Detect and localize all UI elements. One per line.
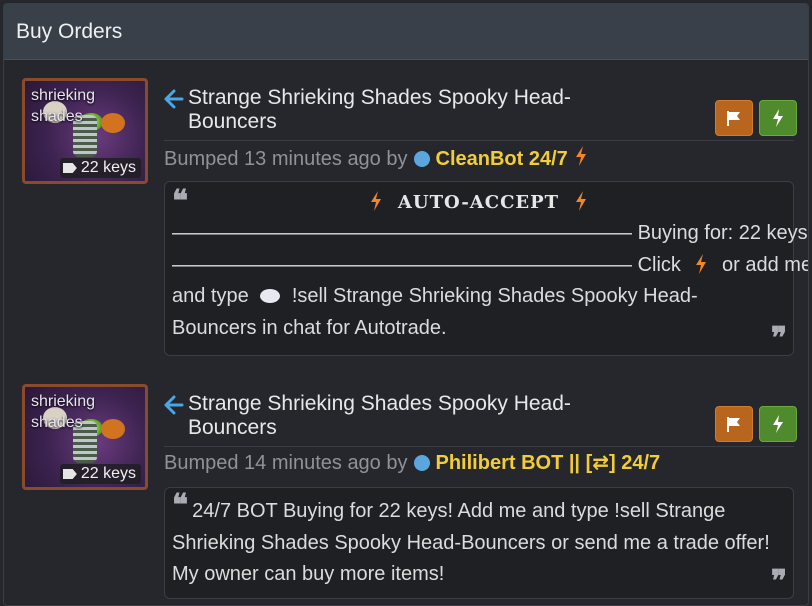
user-link[interactable]: Philibert BOT || [⇄] 24/7 xyxy=(436,451,661,475)
trade-offer-button[interactable] xyxy=(759,406,797,442)
detail-line: ——————————————————————— Click or add me xyxy=(172,250,808,282)
auto-accept-heading: ❝ AUTO-ACCEPT xyxy=(172,184,785,219)
user-link[interactable]: CleanBot 24/7 xyxy=(436,147,568,171)
price-badge: 22 keys xyxy=(59,158,141,178)
price-badge: 22 keys xyxy=(59,464,141,484)
lightning-icon xyxy=(370,191,381,211)
flag-icon xyxy=(727,111,740,126)
order-message: 24/7 BOT Buying for 22 keys! Add me and … xyxy=(172,500,770,585)
status-dot-icon xyxy=(413,455,430,471)
bump-info: Bumped 14 minutes ago by Philibert BOT |… xyxy=(164,446,794,475)
detail-line: ——————————————————————— Buying for: 22 k… xyxy=(172,218,808,250)
panel-title: Buy Orders xyxy=(16,19,123,43)
price-label: 22 keys xyxy=(80,159,136,176)
buying-for-text: Buying for: 22 keys xyxy=(637,222,808,244)
lightning-icon xyxy=(574,145,588,173)
tag-icon xyxy=(62,469,77,479)
lightning-icon[interactable] xyxy=(694,253,708,275)
lightning-icon xyxy=(773,415,783,433)
report-flag-button[interactable] xyxy=(715,100,753,136)
quote-close-icon: ❞ xyxy=(770,321,787,356)
bumped-text: Bumped 14 minutes ago by xyxy=(164,452,408,474)
divider-rule: ——————————————————————— xyxy=(172,253,632,276)
quote-close-icon: ❞ xyxy=(770,564,787,599)
trade-offer-button[interactable] xyxy=(759,100,797,136)
thumbnail-item-name: shrieking shades xyxy=(31,87,96,125)
status-dot-icon xyxy=(413,151,430,167)
sell-command-text: !sell Strange Shrieking Shades Spooky He… xyxy=(291,285,698,307)
thumbnail-item-name: shrieking shades xyxy=(31,393,96,431)
detail-line: Bouncers in chat for Autotrade. xyxy=(172,316,447,339)
order-title-row: Strange Shrieking Shades Spooky Head-Bou… xyxy=(164,86,724,134)
click-text: Click xyxy=(637,253,681,276)
item-thumbnail[interactable]: shrieking shades 22 keys xyxy=(22,78,148,184)
auto-accept-label: AUTO-ACCEPT xyxy=(397,192,560,213)
bumped-text: Bumped 13 minutes ago by xyxy=(164,148,408,170)
quote-open-icon: ❝ xyxy=(172,184,190,219)
price-label: 22 keys xyxy=(80,465,136,482)
flag-icon xyxy=(727,417,740,432)
item-title-link[interactable]: Strange Shrieking Shades Spooky Head-Bou… xyxy=(188,392,648,440)
buy-orders-panel: Buy Orders shrieking shades 22 keys Stra… xyxy=(3,3,809,606)
chat-bubble-icon xyxy=(260,289,281,303)
quote-open-icon: ❝ xyxy=(172,488,189,523)
order-title-row: Strange Shrieking Shades Spooky Head-Bou… xyxy=(164,392,724,440)
back-arrow-icon xyxy=(164,393,188,440)
divider-rule: ——————————————————————— xyxy=(172,222,632,244)
item-thumbnail[interactable]: shrieking shades 22 keys xyxy=(22,384,148,490)
report-flag-button[interactable] xyxy=(715,406,753,442)
order-details-quote: ❝ AUTO-ACCEPT ——————————————————————— Bu… xyxy=(164,181,808,356)
back-arrow-icon xyxy=(164,87,188,134)
lightning-icon xyxy=(576,191,587,211)
bump-info: Bumped 13 minutes ago by CleanBot 24/7 xyxy=(164,140,794,173)
order-details-quote: ❝ 24/7 BOT Buying for 22 keys! Add me and… xyxy=(164,487,794,599)
lightning-icon xyxy=(773,109,783,127)
tag-icon xyxy=(62,163,77,173)
item-title-link[interactable]: Strange Shrieking Shades Spooky Head-Bou… xyxy=(188,86,648,134)
and-type-text: and type xyxy=(172,285,249,307)
panel-header: Buy Orders xyxy=(4,4,808,60)
detail-line: and type !sell Strange Shrieking Shades … xyxy=(172,281,785,313)
add-me-text: or add me xyxy=(722,253,809,276)
